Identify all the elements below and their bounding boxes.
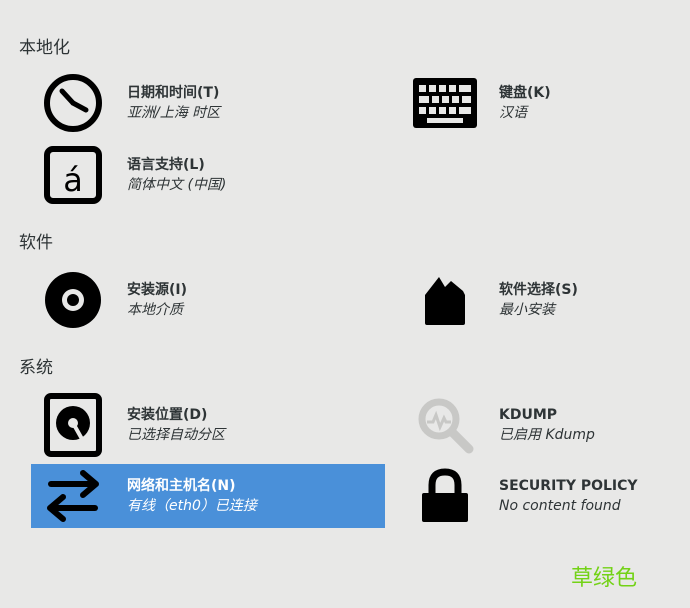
section-title-system: 系统 — [19, 358, 53, 378]
spoke-network-title: 网络和主机名(N) — [127, 478, 236, 494]
spoke-language-title: 语言支持(L) — [127, 157, 205, 173]
spoke-language-status: 简体中文 (中国) — [127, 177, 227, 193]
spoke-software[interactable]: 软件选择(S) 最小安装 — [403, 268, 690, 332]
section-title-software: 软件 — [19, 233, 53, 253]
spoke-destination-title: 安装位置(D) — [127, 407, 208, 423]
spoke-kdump-title: KDUMP — [499, 407, 558, 423]
lock-icon — [413, 464, 477, 528]
spoke-network-status: 有线（eth0）已连接 — [127, 498, 257, 514]
spoke-source-status: 本地介质 — [127, 302, 183, 318]
spoke-kdump-status: 已启用 Kdump — [499, 427, 595, 443]
spoke-source-title: 安装源(I) — [127, 282, 188, 298]
spoke-security-title: SECURITY POLICY — [499, 478, 638, 494]
spoke-source[interactable]: 安装源(I) 本地介质 — [31, 268, 385, 332]
keyboard-icon — [413, 71, 477, 135]
spoke-software-title: 软件选择(S) — [499, 282, 578, 298]
section-title-localization: 本地化 — [19, 38, 70, 58]
clock-icon — [41, 71, 105, 135]
spoke-language[interactable]: á 语言支持(L) 简体中文 (中国) — [31, 143, 385, 207]
disk-icon — [41, 393, 105, 457]
language-icon: á — [41, 143, 105, 207]
spoke-datetime-status: 亚洲/上海 时区 — [127, 105, 221, 121]
spoke-datetime-title: 日期和时间(T) — [127, 85, 220, 101]
spoke-kdump[interactable]: KDUMP 已启用 Kdump — [403, 393, 690, 457]
spoke-keyboard[interactable]: 键盘(K) 汉语 — [403, 71, 690, 135]
spoke-security[interactable]: SECURITY POLICY No content found — [403, 464, 690, 528]
spoke-destination[interactable]: 安装位置(D) 已选择自动分区 — [31, 393, 385, 457]
spoke-network[interactable]: 网络和主机名(N) 有线（eth0）已连接 — [31, 464, 385, 528]
spoke-datetime[interactable]: 日期和时间(T) 亚洲/上海 时区 — [31, 71, 385, 135]
magnifier-icon — [413, 393, 477, 457]
package-icon — [413, 268, 477, 332]
spoke-keyboard-title: 键盘(K) — [499, 85, 551, 101]
network-arrows-icon — [41, 464, 105, 528]
spoke-destination-status: 已选择自动分区 — [127, 427, 225, 443]
disc-icon — [41, 268, 105, 332]
spoke-keyboard-status: 汉语 — [499, 105, 527, 121]
spoke-security-status: No content found — [499, 498, 621, 514]
svg-text:á: á — [63, 161, 83, 199]
spoke-software-status: 最小安装 — [499, 302, 555, 318]
footer-brand-label: 草绿色 — [571, 566, 638, 591]
